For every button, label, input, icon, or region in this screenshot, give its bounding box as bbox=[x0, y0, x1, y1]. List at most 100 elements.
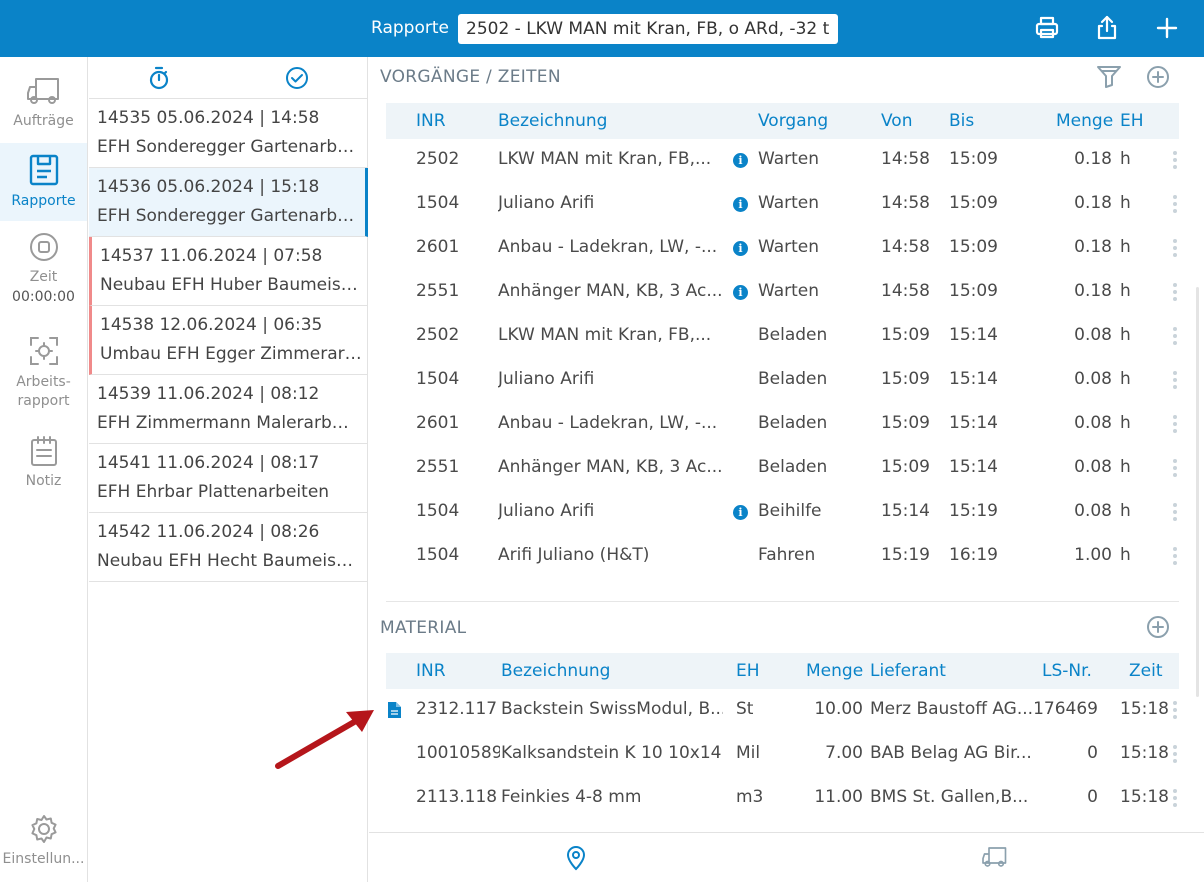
add-icon[interactable] bbox=[1153, 14, 1181, 42]
vorgang-row[interactable]: 2502 LKW MAN mit Kran, FB,... Beladen 15:09… bbox=[386, 315, 1179, 359]
row-inr: 1504 bbox=[416, 193, 460, 213]
vorgaenge-table-header: INR Bezeichnung Vorgang Von Bis Menge EH bbox=[386, 103, 1179, 139]
add-material-icon[interactable] bbox=[1146, 615, 1170, 643]
col-inr[interactable]: INR bbox=[416, 661, 446, 681]
document-icon[interactable] bbox=[388, 702, 401, 722]
more-options-icon[interactable] bbox=[1172, 547, 1178, 567]
report-item-selected[interactable]: 14536 05.06.2024 | 15:18 EFH Sonderegger… bbox=[89, 168, 368, 237]
more-options-icon[interactable] bbox=[1172, 371, 1178, 391]
vorgang-row[interactable]: 2551 Anhänger MAN, KB, 3 Ac... Beladen 15:0… bbox=[386, 447, 1179, 491]
col-zeit[interactable]: Zeit bbox=[1129, 661, 1163, 681]
report-item[interactable]: 14537 11.06.2024 | 07:58 Neubau EFH Hube… bbox=[89, 237, 368, 306]
col-bezeichnung[interactable]: Bezeichnung bbox=[501, 661, 610, 681]
row-von: 15:09 bbox=[881, 457, 930, 477]
more-options-icon[interactable] bbox=[1172, 151, 1178, 171]
nav-arbeitsrapport-label: Arbeits-rapport bbox=[16, 374, 71, 409]
col-eh[interactable]: EH bbox=[1120, 111, 1144, 131]
col-bis[interactable]: Bis bbox=[949, 111, 974, 131]
report-number-date: 14539 11.06.2024 | 08:12 bbox=[97, 384, 320, 404]
vehicle-selector[interactable]: 2502 - LKW MAN mit Kran, FB, o ARd, -32 … bbox=[458, 14, 838, 44]
vorgang-row[interactable]: 2601 Anbau - Ladekran, LW, -... i Warten 14:… bbox=[386, 227, 1179, 271]
report-item[interactable]: 14539 11.06.2024 | 08:12 EFH Zimmermann … bbox=[89, 375, 368, 444]
col-menge[interactable]: Menge bbox=[806, 661, 863, 681]
more-options-icon[interactable] bbox=[1172, 327, 1178, 347]
row-bis: 15:09 bbox=[949, 237, 998, 257]
vorgang-row[interactable]: 1504 Arifi Juliano (H&T) Fahren 15:19 16:19 1… bbox=[386, 535, 1179, 579]
row-inr: 1504 bbox=[416, 369, 460, 389]
row-eh: h bbox=[1120, 369, 1131, 389]
stopwatch-filter-icon[interactable] bbox=[147, 66, 171, 94]
report-icon bbox=[0, 153, 87, 187]
more-options-icon[interactable] bbox=[1172, 239, 1178, 259]
location-pin-icon[interactable] bbox=[565, 845, 587, 875]
annotation-arrow-icon bbox=[275, 710, 374, 769]
nav-einstellungen-label: Einstellun... bbox=[2, 851, 85, 867]
more-options-icon[interactable] bbox=[1172, 701, 1178, 721]
more-options-icon[interactable] bbox=[1172, 195, 1178, 215]
more-options-icon[interactable] bbox=[1172, 745, 1178, 765]
report-item[interactable]: 14538 12.06.2024 | 06:35 Umbau EFH Egger… bbox=[89, 306, 368, 375]
row-bis: 15:14 bbox=[949, 325, 998, 345]
material-row[interactable]: 2113.118 Feinkies 4-8 mm m3 11.00 BMS St. Ga… bbox=[386, 777, 1179, 821]
check-filter-icon[interactable] bbox=[285, 66, 309, 94]
info-icon[interactable]: i bbox=[733, 505, 748, 520]
add-vorgang-icon[interactable] bbox=[1146, 65, 1170, 93]
report-item[interactable]: 14542 11.06.2024 | 08:26 Neubau EFH Hech… bbox=[89, 513, 368, 582]
filter-icon[interactable] bbox=[1096, 65, 1122, 93]
row-bezeichnung: Kalksandstein K 10 10x14... bbox=[501, 743, 723, 763]
nav-arbeitsrapport[interactable]: Arbeits-rapport bbox=[0, 335, 87, 415]
row-vorgang: Beladen bbox=[758, 325, 828, 345]
more-options-icon[interactable] bbox=[1172, 459, 1178, 479]
nav-einstellungen[interactable]: Einstellun... bbox=[0, 813, 87, 877]
row-ls-nr: 0 bbox=[1087, 743, 1098, 763]
report-number-date: 14537 11.06.2024 | 07:58 bbox=[100, 246, 323, 266]
report-item[interactable]: 14541 11.06.2024 | 08:17 EFH Ehrbar Plat… bbox=[89, 444, 368, 513]
col-bezeichnung[interactable]: Bezeichnung bbox=[498, 111, 607, 131]
row-eh: h bbox=[1120, 457, 1131, 477]
row-eh: h bbox=[1120, 325, 1131, 345]
col-eh[interactable]: EH bbox=[736, 661, 760, 681]
col-inr[interactable]: INR bbox=[416, 111, 446, 131]
col-menge[interactable]: Menge bbox=[1056, 111, 1113, 131]
nav-auftraege[interactable]: Aufträge bbox=[0, 75, 87, 145]
col-lieferant[interactable]: Lieferant bbox=[870, 661, 946, 681]
stop-timer-icon bbox=[0, 231, 87, 263]
col-vorgang[interactable]: Vorgang bbox=[758, 111, 828, 131]
vorgang-row[interactable]: 1504 Juliano Arifi i Beihilfe 15:14 15:19 0.08… bbox=[386, 491, 1179, 535]
row-bis: 15:19 bbox=[949, 501, 998, 521]
more-options-icon[interactable] bbox=[1172, 283, 1178, 303]
more-options-icon[interactable] bbox=[1172, 415, 1178, 435]
truck-icon[interactable] bbox=[981, 845, 1009, 873]
row-menge: 0.18 bbox=[1074, 149, 1112, 169]
more-options-icon[interactable] bbox=[1172, 503, 1178, 523]
row-lieferant: BMS St. Gallen,B... bbox=[870, 787, 1029, 807]
row-inr: 2601 bbox=[416, 237, 460, 257]
info-icon[interactable]: i bbox=[733, 197, 748, 212]
material-row[interactable]: 10010589 Kalksandstein K 10 10x14... Mil 7.… bbox=[386, 733, 1179, 777]
row-bis: 15:09 bbox=[949, 281, 998, 301]
row-eh: Mil bbox=[736, 743, 761, 763]
info-icon[interactable]: i bbox=[733, 153, 748, 168]
info-icon[interactable]: i bbox=[733, 285, 748, 300]
material-row[interactable]: 2312.117 Backstein SwissModul, B... St 10.0… bbox=[386, 689, 1179, 733]
row-vorgang: Warten bbox=[758, 149, 820, 169]
vorgang-row[interactable]: 1504 Juliano Arifi i Warten 14:58 15:09 0.18 h bbox=[386, 183, 1179, 227]
row-bezeichnung: Juliano Arifi bbox=[498, 193, 595, 213]
vorgang-row[interactable]: 2601 Anbau - Ladekran, LW, -... Beladen 15:… bbox=[386, 403, 1179, 447]
report-item[interactable]: 14535 05.06.2024 | 14:58 EFH Sonderegger… bbox=[89, 99, 368, 168]
vorgang-row[interactable]: 2502 LKW MAN mit Kran, FB,... i Warten 14:58… bbox=[386, 139, 1179, 183]
more-options-icon[interactable] bbox=[1172, 789, 1178, 809]
col-ls-nr[interactable]: LS-Nr. bbox=[1042, 661, 1092, 681]
col-von[interactable]: Von bbox=[881, 111, 913, 131]
share-icon[interactable] bbox=[1093, 14, 1121, 42]
nav-rapporte[interactable]: Rapporte bbox=[0, 143, 87, 221]
row-menge: 0.18 bbox=[1074, 193, 1112, 213]
printer-icon[interactable] bbox=[1033, 14, 1061, 42]
vorgang-row[interactable]: 1504 Juliano Arifi Beladen 15:09 15:14 0.08 h bbox=[386, 359, 1179, 403]
timer-value: 00:00:00 bbox=[12, 289, 75, 305]
scrollbar[interactable] bbox=[1196, 287, 1199, 697]
nav-zeit[interactable]: Zeit 00:00:00 bbox=[0, 231, 87, 321]
info-icon[interactable]: i bbox=[733, 241, 748, 256]
nav-notiz[interactable]: Notiz bbox=[0, 435, 87, 505]
vorgang-row[interactable]: 2551 Anhänger MAN, KB, 3 Ac... i Warten 14:5… bbox=[386, 271, 1179, 315]
